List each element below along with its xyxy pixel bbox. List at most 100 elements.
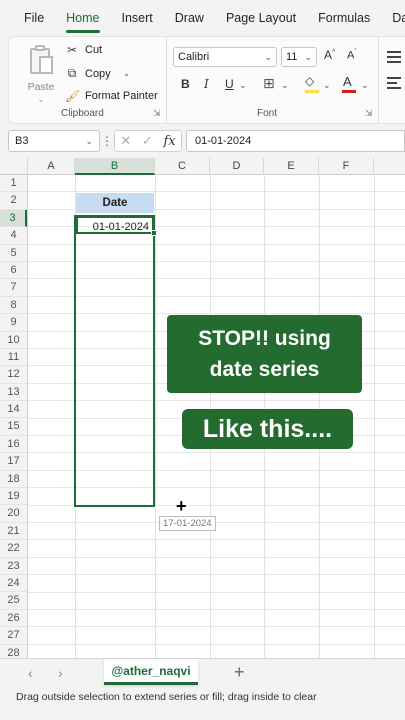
- insert-function-button[interactable]: fx: [163, 134, 175, 149]
- fill-color-button[interactable]: ◇: [305, 74, 319, 93]
- next-sheet-icon[interactable]: ›: [58, 665, 63, 681]
- row-header-15[interactable]: 15: [0, 418, 27, 436]
- row-header-27[interactable]: 27: [0, 627, 27, 645]
- italic-button[interactable]: I: [204, 77, 209, 91]
- enter-icon[interactable]: ✓: [142, 133, 153, 149]
- row-header-18[interactable]: 18: [0, 471, 27, 489]
- borders-dropdown-icon[interactable]: ⌄: [281, 80, 289, 91]
- row-header-14[interactable]: 14: [0, 401, 27, 419]
- row-headers: 1 2 3 4 5 6 7 8 9 10 11 12 13 14 15 16 17 18 19 20 21 22 23 24 2…: [0, 175, 28, 658]
- formula-bar: B3 ⌄ ⋮ ✕ ✓ fx 01-01-2024: [8, 130, 405, 152]
- borders-icon[interactable]: ⊞: [263, 75, 275, 92]
- font-launcher-icon[interactable]: ⇲: [365, 108, 373, 119]
- bold-button[interactable]: B: [181, 77, 190, 91]
- formula-buttons: ✕ ✓ fx: [114, 130, 182, 152]
- row-header-21[interactable]: 21: [0, 523, 27, 541]
- add-sheet-button[interactable]: +: [234, 662, 245, 683]
- tab-page-layout[interactable]: Page Layout: [226, 11, 296, 25]
- copy-dropdown-icon[interactable]: ⌄: [123, 68, 131, 79]
- chevron-down-icon: ⌄: [264, 51, 272, 62]
- font-name-select[interactable]: Calibri ⌄: [173, 47, 277, 67]
- paste-dropdown-icon[interactable]: ⌄: [23, 95, 59, 104]
- row-header-2[interactable]: 2: [0, 192, 27, 210]
- underline-dropdown-icon[interactable]: ⌄: [239, 80, 247, 91]
- format-painter-button[interactable]: 🖌 Format Painter: [65, 89, 158, 103]
- row-header-10[interactable]: 10: [0, 332, 27, 349]
- formula-input[interactable]: 01-01-2024: [186, 130, 405, 152]
- name-box[interactable]: B3 ⌄: [8, 130, 100, 152]
- row-header-4[interactable]: 4: [0, 227, 27, 245]
- select-all-corner[interactable]: [0, 158, 28, 175]
- row-header-3[interactable]: 3: [0, 209, 27, 228]
- fill-handle[interactable]: [151, 230, 157, 236]
- column-header-e[interactable]: E: [264, 158, 319, 175]
- row-header-11[interactable]: 11: [0, 349, 27, 367]
- row-header-5[interactable]: 5: [0, 245, 27, 262]
- row-header-1[interactable]: 1: [0, 175, 27, 193]
- font-size-select[interactable]: 11 ⌄: [281, 47, 317, 67]
- row-header-8[interactable]: 8: [0, 297, 27, 315]
- row-header-20[interactable]: 20: [0, 505, 27, 523]
- fill-color-bar: [305, 90, 319, 93]
- paste-button[interactable]: Paste ⌄: [23, 45, 59, 104]
- column-header-g[interactable]: [374, 158, 405, 175]
- sheet-tab-active[interactable]: @ather_naqvi: [104, 659, 198, 685]
- clipboard-group: Paste ⌄ ✂ Cut ⧉ Copy ⌄ 🖌 Format Painter …: [9, 37, 167, 123]
- font-group: Calibri ⌄ 11 ⌄ A^ Aˇ B I U ⌄ ⊞ ⌄ ◇ ⌄ A ⌄…: [167, 37, 379, 123]
- column-headers: A B C D E F: [0, 158, 405, 175]
- chevron-down-icon: ⌄: [85, 135, 93, 146]
- more-options-icon[interactable]: ⋮: [100, 134, 114, 148]
- worksheet-grid[interactable]: A B C D E F 1 2 3 4 5 6 7 8 9 10 11 12 13 14 15 16 17 18 1…: [0, 158, 405, 658]
- underline-button[interactable]: U: [225, 77, 234, 91]
- font-color-dropdown-icon[interactable]: ⌄: [361, 80, 369, 91]
- sheet-tab-bar: ‹ › @ather_naqvi +: [0, 658, 405, 688]
- fill-selection-range[interactable]: [74, 215, 155, 507]
- row-header-13[interactable]: 13: [0, 384, 27, 402]
- tab-file[interactable]: File: [24, 11, 44, 25]
- column-header-b[interactable]: B: [75, 158, 155, 175]
- cancel-icon[interactable]: ✕: [120, 133, 131, 149]
- column-header-a[interactable]: A: [28, 158, 75, 175]
- paint-bucket-icon: ◇: [305, 74, 315, 88]
- column-header-f[interactable]: F: [319, 158, 374, 175]
- row-header-17[interactable]: 17: [0, 453, 27, 471]
- font-group-label: Font: [257, 108, 278, 119]
- row-header-12[interactable]: 12: [0, 366, 27, 384]
- paste-icon: [28, 45, 54, 75]
- column-header-d[interactable]: D: [210, 158, 264, 175]
- row-header-6[interactable]: 6: [0, 262, 27, 280]
- fill-dropdown-icon[interactable]: ⌄: [323, 80, 331, 91]
- cut-button[interactable]: ✂ Cut: [65, 43, 102, 57]
- excel-app: File Home Insert Draw Page Layout Formul…: [0, 0, 405, 720]
- shrink-font-button[interactable]: Aˇ: [347, 49, 357, 62]
- copy-button[interactable]: ⧉ Copy ⌄: [65, 66, 131, 81]
- fill-value-tooltip: 17-01-2024: [159, 516, 216, 531]
- row-header-25[interactable]: 25: [0, 592, 27, 610]
- tab-data[interactable]: Data: [392, 11, 405, 25]
- tab-insert[interactable]: Insert: [122, 11, 153, 25]
- tab-draw[interactable]: Draw: [175, 11, 204, 25]
- font-color-button[interactable]: A: [342, 74, 356, 93]
- clipboard-launcher-icon[interactable]: ⇲: [153, 108, 161, 119]
- row-header-9[interactable]: 9: [0, 314, 27, 332]
- row-header-16[interactable]: 16: [0, 436, 27, 454]
- row-header-19[interactable]: 19: [0, 488, 27, 506]
- paste-label: Paste: [27, 81, 55, 93]
- row-header-28[interactable]: 28: [0, 645, 27, 658]
- tab-home[interactable]: Home: [66, 11, 100, 33]
- prev-sheet-icon[interactable]: ‹: [28, 665, 33, 681]
- row-header-7[interactable]: 7: [0, 279, 27, 297]
- crosshair-cursor-icon: +: [176, 496, 187, 516]
- ribbon-tabs: File Home Insert Draw Page Layout Formul…: [0, 0, 405, 36]
- callout-line-2: date series: [209, 358, 320, 381]
- cell-b3[interactable]: 01-01-2024: [76, 216, 154, 234]
- row-header-24[interactable]: 24: [0, 575, 27, 593]
- row-header-22[interactable]: 22: [0, 540, 27, 558]
- row-header-26[interactable]: 26: [0, 610, 27, 628]
- grow-font-button[interactable]: A^: [324, 48, 335, 62]
- column-header-c[interactable]: C: [155, 158, 210, 175]
- cell-b2-date-header[interactable]: Date: [76, 193, 154, 213]
- row-header-23[interactable]: 23: [0, 558, 27, 575]
- tab-formulas[interactable]: Formulas: [318, 11, 370, 25]
- paintbrush-icon: 🖌: [65, 89, 81, 103]
